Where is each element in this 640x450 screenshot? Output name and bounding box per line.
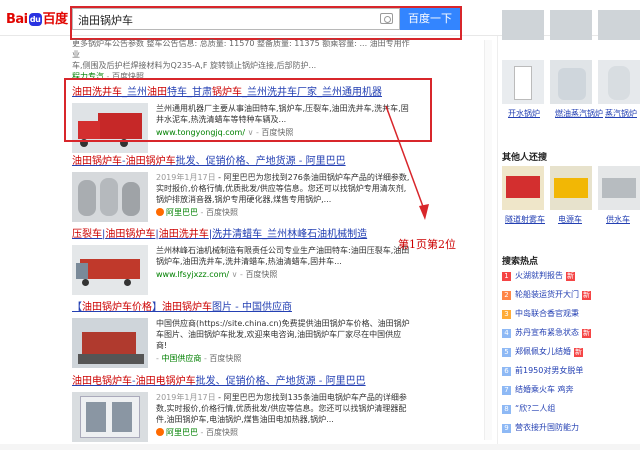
search-result-5: 油田电锅炉车-油田电锅炉车批发、促销价格、产地货源 - 阿里巴巴 2019年1月… [72, 375, 412, 442]
hot-search-label: 前1950对男女脱单 [515, 366, 584, 375]
hot-search-label: 郑佩佩女儿结婚 [515, 347, 571, 356]
sidebar-caption[interactable]: 燃油蒸汽锅炉 [555, 108, 603, 119]
result-title[interactable]: 【油田锅炉车价格】油田锅炉车图片 - 中国供应商 [72, 301, 412, 314]
prev-result-snippet: 更多锅炉车公告参数 整车公告信息: 总质量: 11570 整备质量: 11375… [72, 38, 412, 82]
hot-search-label: “欣?二人组 [515, 404, 556, 413]
hot-search-item[interactable]: 3 中岛联合香官观秉 [502, 308, 579, 319]
result-title[interactable]: 油田电锅炉车-油田电锅炉车批发、促销价格、产地货源 - 阿里巴巴 [72, 375, 412, 388]
result-site[interactable]: 阿里巴巴 [166, 428, 198, 437]
others-search-heading: 其他人还搜 [502, 153, 548, 163]
hot-search-item[interactable]: 5 郑佩佩女儿结婚新 [502, 346, 583, 357]
snippet-line-1: 更多锅炉车公告参数 整车公告信息: 总质量: 11570 整备质量: 11375… [72, 39, 410, 59]
rank-number: 9 [502, 424, 511, 433]
search-result-3: 压裂车|油田锅炉车|油田洗井车|洗井清蜡车_兰州林峰石油机械制造 兰州林峰石油机… [72, 228, 412, 295]
result-thumbnail[interactable] [72, 172, 148, 222]
hot-search-label: 营衣接升国防能力 [515, 423, 579, 432]
result-title[interactable]: 压裂车|油田锅炉车|油田洗井车|洗井清蜡车_兰州林峰石油机械制造 [72, 228, 412, 241]
rank-number: 1 [502, 272, 511, 281]
logo-du-paw: du [28, 13, 42, 26]
hot-search-item[interactable]: 9 营衣接升国防能力 [502, 422, 579, 433]
hot-search-label: 中岛联合香官观秉 [515, 309, 579, 318]
logo-baidu-cn: 百度 [42, 12, 69, 27]
snippet-line-2: 车,侧围及后护栏焊接材料为Q235-A,F 旋转锁止锅炉连接,后部防护... [72, 61, 317, 70]
result-url[interactable]: www.lfsyjxzz.com/ [156, 270, 229, 279]
result-text: 2019年1月17日 - 阿里巴巴为您找到276条油田锅炉车产品的详细参数,实时… [156, 173, 410, 204]
sidebar-caption[interactable]: 蒸汽锅炉 [605, 108, 637, 119]
baidu-logo[interactable]: Bai du 百度 [6, 8, 68, 27]
hot-search-label: 苏丹宣布紧急状态 [515, 328, 579, 337]
result-source: 阿里巴巴 - 百度快照 [156, 427, 412, 438]
result-source: www.lfsyjxzz.com/ ∨ - 百度快照 [156, 270, 278, 279]
result-site[interactable]: 中国供应商 [161, 354, 201, 363]
new-badge: 新 [582, 291, 591, 300]
hot-search-item[interactable]: 8 “欣?二人组 [502, 403, 555, 414]
hot-search-item[interactable]: 1 火湖就判报告新 [502, 270, 575, 281]
hot-search-label: 结婚乘火车 鸡奔 [515, 385, 574, 394]
sidebar-image[interactable] [598, 166, 640, 210]
kuaizhao-link[interactable]: 百度快照 [245, 270, 277, 279]
search-result-2: 油田锅炉车-油田锅炉车批发、促销价格、产地货源 - 阿里巴巴 2019年1月17… [72, 155, 412, 222]
logo-bai: Bai [6, 12, 28, 27]
kuaizhao-link[interactable]: 百度快照 [209, 354, 241, 363]
rank-number: 6 [502, 367, 511, 376]
sidebar-caption[interactable]: 电源车 [558, 214, 582, 225]
kuaizhao-link[interactable]: 百度快照 [206, 428, 238, 437]
hot-search-item[interactable]: 7 结婚乘火车 鸡奔 [502, 384, 574, 395]
result-source: - 中国供应商 - 百度快照 [156, 354, 242, 363]
alibaba-icon [156, 428, 164, 436]
result-thumbnail[interactable] [72, 245, 148, 295]
search-result-4: 【油田锅炉车价格】油田锅炉车图片 - 中国供应商 中国供应商(https://s… [72, 301, 412, 368]
sidebar-image[interactable] [550, 10, 592, 40]
sidebar-image[interactable] [598, 60, 640, 104]
sidebar-image[interactable] [550, 60, 592, 104]
rank-number: 2 [502, 291, 511, 300]
result-site[interactable]: 阿里巴巴 [166, 208, 198, 217]
result-text: 兰州林峰石油机械制造有限责任公司专业生产油田特车:油田压裂车,油田锅炉车,油田洗… [156, 246, 410, 266]
hot-search-label: 火湖就判报告 [515, 271, 563, 280]
new-badge: 新 [574, 348, 583, 357]
hot-search-item[interactable]: 4 苏丹宣布紧急状态新 [502, 327, 591, 338]
sidebar-caption[interactable]: 开水锅炉 [508, 108, 540, 119]
alibaba-icon [156, 208, 164, 216]
hot-search-label: 轮船装运货开大门 [515, 290, 579, 299]
rank-annotation: 第1页第2位 [398, 238, 456, 251]
sidebar-image[interactable] [502, 10, 544, 40]
rank-number: 5 [502, 348, 511, 357]
sidebar-image[interactable] [598, 10, 640, 40]
sidebar-caption[interactable]: 供水车 [606, 214, 630, 225]
result-text: 2019年1月17日 - 阿里巴巴为您找到135条油田电锅炉车产品的详细参数,实… [156, 393, 407, 424]
result-thumbnail[interactable] [72, 318, 148, 368]
rank-number: 3 [502, 310, 511, 319]
rank-number: 7 [502, 386, 511, 395]
rank-number: 4 [502, 329, 511, 338]
scrollbar[interactable] [484, 40, 492, 440]
new-badge: 新 [582, 329, 591, 338]
highlight-search-box [70, 6, 462, 40]
sidebar-caption[interactable] [520, 44, 540, 52]
sidebar-image[interactable] [502, 60, 544, 104]
result-source: 阿里巴巴 - 百度快照 [156, 207, 412, 218]
sidebar-image[interactable] [550, 166, 592, 210]
new-badge: 新 [566, 272, 575, 281]
kuaizhao-link[interactable]: 百度快照 [206, 208, 238, 217]
sidebar-image[interactable] [502, 166, 544, 210]
result-thumbnail[interactable] [72, 392, 148, 442]
bottom-bar [0, 444, 640, 450]
rank-number: 8 [502, 405, 511, 414]
result-text: 中国供应商(https://site.china.cn)免费提供油田锅炉车价格、… [156, 319, 410, 350]
sidebar-caption[interactable]: 隧道射雾车 [505, 214, 545, 225]
hot-search-item[interactable]: 6 前1950对男女脱单 [502, 365, 583, 376]
hot-search-item[interactable]: 2 轮船装运货开大门新 [502, 289, 591, 300]
highlight-result-1 [64, 78, 432, 142]
hot-search-heading: 搜索热点 [502, 257, 539, 267]
result-title[interactable]: 油田锅炉车-油田锅炉车批发、促销价格、产地货源 - 阿里巴巴 [72, 155, 412, 168]
